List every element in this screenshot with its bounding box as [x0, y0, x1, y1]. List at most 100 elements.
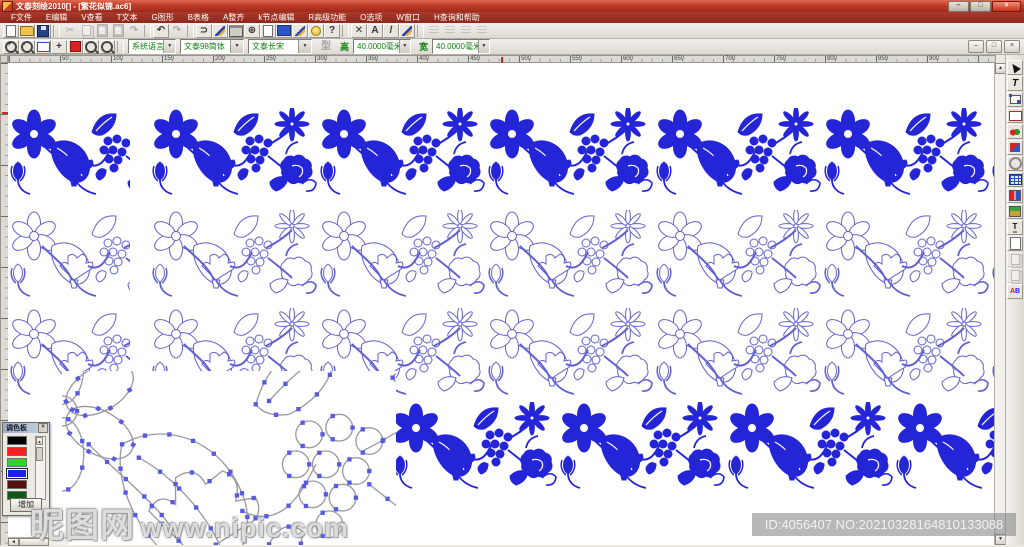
- pan-button[interactable]: +: [51, 40, 67, 54]
- path-node[interactable]: [317, 474, 321, 478]
- page-setup-tool[interactable]: [1007, 236, 1023, 251]
- cut-plot-button[interactable]: ✕: [351, 24, 367, 38]
- menu-item-4[interactable]: G图形: [144, 12, 180, 23]
- path-node[interactable]: [317, 451, 321, 455]
- path-node[interactable]: [274, 413, 278, 417]
- pattern-row1-left[interactable]: [8, 108, 130, 200]
- path-node[interactable]: [328, 373, 332, 377]
- path-node[interactable]: [320, 432, 324, 436]
- path-node[interactable]: [158, 470, 162, 474]
- text-layout-tool[interactable]: T: [1007, 220, 1023, 235]
- path-node[interactable]: [123, 490, 127, 494]
- path-node[interactable]: [66, 487, 70, 491]
- path-node[interactable]: [381, 438, 385, 442]
- undo-button[interactable]: ↶: [153, 24, 169, 38]
- menu-item-11[interactable]: H查询和帮助: [427, 12, 487, 23]
- open-file-button[interactable]: [19, 24, 35, 38]
- path-node[interactable]: [347, 480, 351, 484]
- path-node[interactable]: [105, 460, 109, 464]
- font-combo-2[interactable]: 文泰长宋 ▼: [248, 39, 312, 54]
- path-node[interactable]: [334, 484, 338, 488]
- path-node[interactable]: [107, 405, 113, 411]
- path-node[interactable]: [367, 482, 371, 486]
- mdi-restore-button[interactable]: □: [986, 40, 1002, 53]
- path-node[interactable]: [190, 470, 194, 474]
- path-node[interactable]: [75, 391, 79, 395]
- fill-view-button[interactable]: [67, 40, 83, 54]
- path-node[interactable]: [207, 479, 211, 483]
- path-node[interactable]: [137, 456, 141, 460]
- menu-item-7[interactable]: k节点编辑: [251, 12, 301, 23]
- rectangle-tool[interactable]: [1007, 108, 1023, 123]
- path-node[interactable]: [296, 407, 300, 411]
- pattern-row2-left[interactable]: [8, 210, 130, 299]
- print-position-button[interactable]: ⊕: [244, 24, 260, 38]
- path-node[interactable]: [300, 444, 304, 448]
- path-node[interactable]: [212, 452, 216, 456]
- chevron-down-icon[interactable]: ▼: [399, 40, 410, 53]
- path-node[interactable]: [287, 474, 291, 478]
- shape-tool[interactable]: [1007, 156, 1023, 171]
- close-button[interactable]: ×: [992, 1, 1021, 12]
- path-node[interactable]: [262, 380, 266, 384]
- print-button[interactable]: [228, 24, 244, 38]
- path-node[interactable]: [235, 493, 239, 497]
- path-node[interactable]: [191, 439, 195, 443]
- path-node[interactable]: [66, 417, 70, 421]
- path-node[interactable]: [177, 486, 181, 490]
- path-node[interactable]: [240, 491, 244, 495]
- path-node[interactable]: [390, 375, 394, 379]
- path-node[interactable]: [337, 462, 341, 466]
- path-node[interactable]: [167, 432, 171, 436]
- path-node[interactable]: [385, 497, 389, 501]
- display-button[interactable]: [276, 24, 292, 38]
- node-edit-tool[interactable]: [1007, 92, 1023, 107]
- path-node[interactable]: [86, 448, 92, 454]
- language-combo[interactable]: 系统语言 ▼: [128, 39, 176, 54]
- menu-item-8[interactable]: R高级功能: [301, 12, 353, 23]
- clipart-tool[interactable]: [1007, 124, 1023, 139]
- menu-item-6[interactable]: A整齐: [216, 12, 251, 23]
- mdi-close-button[interactable]: ×: [1004, 40, 1020, 53]
- path-node[interactable]: [124, 477, 128, 481]
- path-node[interactable]: [300, 421, 304, 425]
- vertical-scrollbar[interactable]: ▲ ▼: [994, 63, 1005, 545]
- import-image-tool[interactable]: [1007, 204, 1023, 219]
- rotate-button[interactable]: ⊃: [196, 24, 212, 38]
- path-node[interactable]: [95, 406, 101, 412]
- path-node[interactable]: [82, 413, 88, 419]
- palette-scroll-up[interactable]: ▲: [36, 437, 43, 445]
- pen-settings-button[interactable]: [399, 24, 415, 38]
- draw-pen-button[interactable]: [212, 24, 228, 38]
- path-node[interactable]: [80, 465, 84, 469]
- color-swatch-0[interactable]: [7, 436, 27, 445]
- menu-item-5[interactable]: B表格: [181, 12, 216, 23]
- path-node[interactable]: [87, 442, 91, 446]
- path-node[interactable]: [302, 484, 306, 488]
- path-node[interactable]: [267, 399, 271, 403]
- zoom-in-button[interactable]: +: [3, 40, 19, 54]
- path-node[interactable]: [80, 439, 84, 443]
- save-button[interactable]: [35, 24, 51, 38]
- path-node[interactable]: [118, 467, 122, 471]
- path-node[interactable]: [331, 437, 335, 441]
- menu-item-10[interactable]: W窗口: [389, 12, 427, 23]
- palette-scroll-thumb[interactable]: [36, 447, 43, 461]
- path-node[interactable]: [361, 450, 365, 454]
- chevron-down-icon[interactable]: ▼: [230, 40, 243, 53]
- path-node[interactable]: [361, 427, 365, 431]
- path-node[interactable]: [254, 402, 258, 406]
- color-swatch-4[interactable]: [7, 480, 27, 489]
- zoom-object-button[interactable]: [99, 40, 115, 54]
- path-node[interactable]: [75, 409, 79, 413]
- ab-letters-tool[interactable]: AB: [1007, 284, 1023, 299]
- path-node[interactable]: [307, 462, 311, 466]
- color-pen-button[interactable]: [292, 24, 308, 38]
- chevron-down-icon[interactable]: ▼: [163, 40, 175, 53]
- path-node[interactable]: [324, 492, 328, 496]
- pattern-row4[interactable]: [390, 402, 994, 489]
- path-node[interactable]: [354, 496, 358, 500]
- maximize-button[interactable]: □: [970, 1, 991, 12]
- color-swatch-2[interactable]: [7, 458, 27, 467]
- path-node[interactable]: [130, 442, 136, 448]
